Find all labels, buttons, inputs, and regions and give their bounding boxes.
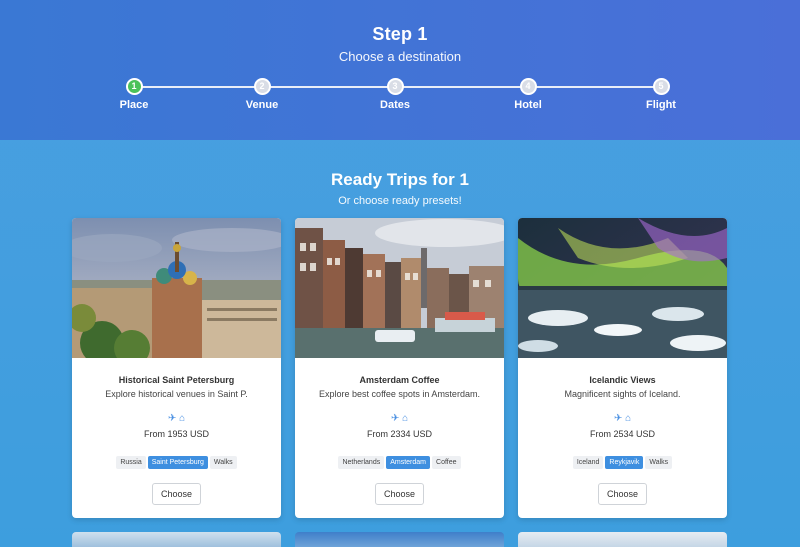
step-marker: 4 <box>519 78 537 95</box>
ready-trips-subtitle: Or choose ready presets! <box>338 195 462 207</box>
step-label: Venue <box>245 99 279 111</box>
ready-trips-title: Ready Trips for 1 <box>331 170 469 189</box>
tag[interactable]: Saint Petersburg <box>147 456 208 469</box>
trip-price: From 2534 USD <box>589 429 656 439</box>
step-marker: 1 <box>125 78 143 95</box>
step-marker: 5 <box>652 78 670 95</box>
header-banner: Step 1 Choose a destination 1 Place 2 Ve… <box>0 0 800 140</box>
step-subtitle: Choose a destination <box>338 49 462 64</box>
tag[interactable]: Coffee <box>432 456 461 469</box>
tag[interactable]: Walks <box>209 456 237 469</box>
step-title: Step 1 <box>372 24 428 44</box>
step-label: Hotel <box>514 99 542 111</box>
step-flight[interactable]: 5 Flight <box>621 78 701 111</box>
progress-stepper: 1 Place 2 Venue 3 Dates 4 Hotel 5 Flight <box>0 78 800 118</box>
choose-button[interactable]: Choose <box>151 483 202 505</box>
tag[interactable]: Russia <box>116 456 146 469</box>
amenities-icons: ✈ ⌂ <box>295 413 504 425</box>
choose-button[interactable]: Choose <box>597 483 648 505</box>
next-card-row <box>72 532 728 547</box>
trip-card-partial <box>518 532 727 547</box>
plane-icon: ✈ <box>390 413 400 424</box>
step-marker: 3 <box>386 78 404 95</box>
step-label: Dates <box>380 99 410 111</box>
trip-price: From 1953 USD <box>143 429 210 439</box>
bed-icon: ⌂ <box>179 413 186 424</box>
trip-photo <box>72 218 281 358</box>
step-dates[interactable]: 3 Dates <box>355 78 435 111</box>
step-hotel[interactable]: 4 Hotel <box>488 78 568 111</box>
tag-list: Netherlands Amsterdam Coffee <box>295 456 504 469</box>
bed-icon: ⌂ <box>402 413 409 424</box>
trip-photo <box>295 218 504 358</box>
trip-cards: Historical Saint Petersburg Explore hist… <box>72 218 728 518</box>
step-place[interactable]: 1 Place <box>94 78 174 111</box>
trip-photo <box>518 218 727 358</box>
trip-price: From 2334 USD <box>366 429 433 439</box>
amenities-icons: ✈ ⌂ <box>518 413 727 425</box>
plane-icon: ✈ <box>167 413 177 424</box>
amenities-icons: ✈ ⌂ <box>72 413 281 425</box>
trip-card-amsterdam: Amsterdam Coffee Explore best coffee spo… <box>295 218 504 518</box>
choose-button[interactable]: Choose <box>374 483 425 505</box>
step-label: Place <box>119 99 149 111</box>
tag[interactable]: Reykjavik <box>605 456 644 469</box>
tag-list: Iceland Reykjavik Walks <box>518 456 727 469</box>
trip-card-partial <box>72 532 281 547</box>
trip-card-partial <box>295 532 504 547</box>
trip-description: Explore historical venues in Saint P. <box>105 389 248 399</box>
plane-icon: ✈ <box>613 413 623 424</box>
trip-description: Explore best coffee spots in Amsterdam. <box>319 389 480 399</box>
tag[interactable]: Netherlands <box>338 456 385 469</box>
trip-name: Icelandic Views <box>589 375 656 385</box>
tag[interactable]: Amsterdam <box>386 456 431 469</box>
tag-list: Russia Saint Petersburg Walks <box>72 456 281 469</box>
trip-card-iceland: Icelandic Views Magnificent sights of Ic… <box>518 218 727 518</box>
step-venue[interactable]: 2 Venue <box>222 78 302 111</box>
step-marker: 2 <box>253 78 271 95</box>
trip-description: Magnificent sights of Iceland. <box>564 389 681 399</box>
trip-name: Historical Saint Petersburg <box>118 375 235 385</box>
bed-icon: ⌂ <box>625 413 632 424</box>
step-label: Flight <box>646 99 676 111</box>
trip-name: Amsterdam Coffee <box>359 375 440 385</box>
tag[interactable]: Walks <box>645 456 673 469</box>
tag[interactable]: Iceland <box>572 456 604 469</box>
trip-card-saint-petersburg: Historical Saint Petersburg Explore hist… <box>72 218 281 518</box>
